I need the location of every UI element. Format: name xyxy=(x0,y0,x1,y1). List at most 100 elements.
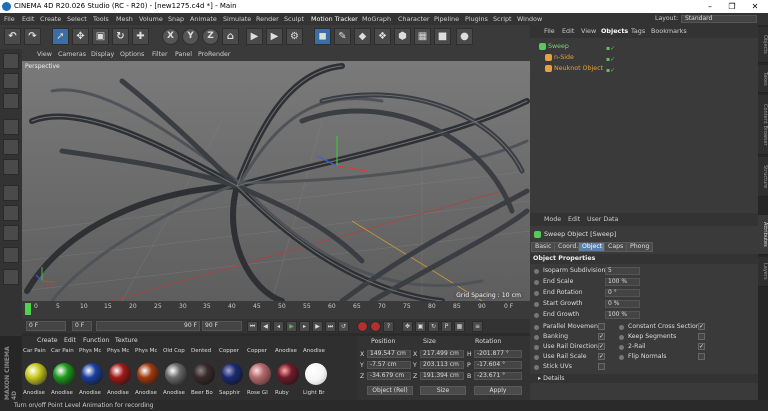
redo-icon[interactable]: ↷ xyxy=(24,28,41,45)
cloner-icon[interactable]: ❖ xyxy=(374,28,391,45)
visibility-flags-icon[interactable]: ▪✓ xyxy=(606,65,626,74)
loop-icon[interactable]: ↺ xyxy=(338,321,349,332)
lock-y-axis-button[interactable]: Y xyxy=(182,28,199,45)
soft-selection-icon[interactable] xyxy=(3,225,19,241)
viewport-menu-display[interactable]: Display xyxy=(91,49,114,61)
tweak-mode-icon[interactable] xyxy=(3,205,19,221)
next-frame-icon[interactable]: ▸ xyxy=(299,321,310,332)
keyframe-selection-icon[interactable]: ? xyxy=(383,321,394,332)
object-row-sweep[interactable]: Sweep ▪✓ xyxy=(530,41,758,52)
material-swatch[interactable]: Car Pain Anodise xyxy=(51,348,77,398)
record-keys-icon[interactable] xyxy=(357,321,368,332)
prev-frame-icon[interactable]: ◂ xyxy=(273,321,284,332)
objects-menu-edit[interactable]: Edit xyxy=(562,25,574,38)
dock-tab-takes[interactable]: Takes xyxy=(758,65,768,93)
viewport-menu-cameras[interactable]: Cameras xyxy=(58,49,86,61)
polygons-mode-icon[interactable] xyxy=(3,159,19,175)
attr-menu-mode[interactable]: Mode xyxy=(544,213,561,226)
attr-menu-edit[interactable]: Edit xyxy=(568,213,580,226)
material-swatch[interactable]: Phys Mc Anodise xyxy=(79,348,105,398)
objects-menu-bookmarks[interactable]: Bookmarks xyxy=(651,25,687,38)
checkerboard-icon[interactable] xyxy=(3,93,19,109)
menu-motion-tracker[interactable]: Motion Tracker xyxy=(311,13,358,25)
size-y-field[interactable]: 203.113 cm xyxy=(420,361,464,369)
dock-tab-layers[interactable]: Layers xyxy=(758,257,768,287)
animate-dot-icon[interactable] xyxy=(534,269,539,274)
dock-tab-content-browser[interactable]: Content Browser xyxy=(758,95,768,155)
coordinate-system-icon[interactable]: ⌂ xyxy=(222,28,239,45)
material-menu-texture[interactable]: Texture xyxy=(115,336,138,346)
menu-mesh[interactable]: Mesh xyxy=(116,13,133,25)
position-z-field[interactable]: -34.679 cm xyxy=(367,372,411,380)
dock-tab-attributes[interactable]: Attributes xyxy=(758,215,768,255)
visibility-flags-icon[interactable]: ▪✓ xyxy=(606,43,626,52)
playhead-marker[interactable] xyxy=(25,303,31,315)
undo-button[interactable]: ↶ xyxy=(4,28,21,45)
objects-menu-view[interactable]: View xyxy=(581,25,596,38)
model-mode-icon[interactable] xyxy=(3,53,19,69)
field-value[interactable]: 5 xyxy=(605,267,640,275)
dock-tab-objects[interactable]: Objects xyxy=(758,27,768,63)
checkbox[interactable]: ✓ xyxy=(598,333,605,340)
record-position-icon[interactable]: ✥ xyxy=(402,321,413,332)
checkbox[interactable] xyxy=(598,363,605,370)
record-parameter-icon[interactable]: P xyxy=(441,321,452,332)
lock-x-axis-button[interactable]: X xyxy=(162,28,179,45)
animate-dot-icon[interactable] xyxy=(534,280,539,285)
animate-dot-icon[interactable] xyxy=(534,325,539,330)
material-swatch[interactable]: Phys Mc Anodise xyxy=(107,348,133,398)
rotation-p-field[interactable]: -17.604 ° xyxy=(474,361,522,369)
end-frame-field[interactable]: 90 F xyxy=(202,321,242,331)
material-swatch[interactable]: Anodise Ruby xyxy=(275,348,301,398)
apply-button[interactable]: Apply xyxy=(474,386,522,395)
move-tool-icon[interactable]: ✥ xyxy=(72,28,89,45)
menu-window[interactable]: Window xyxy=(517,13,542,25)
record-pla-icon[interactable]: ▦ xyxy=(454,321,465,332)
menu-edit[interactable]: Edit xyxy=(22,13,34,25)
position-x-field[interactable]: 149.547 cm xyxy=(367,350,411,358)
animate-dot-icon[interactable] xyxy=(534,313,539,318)
menu-pipeline[interactable]: Pipeline xyxy=(434,13,459,25)
checkbox[interactable]: ✓ xyxy=(598,353,605,360)
size-x-field[interactable]: 217.499 cm xyxy=(420,350,464,358)
details-section-toggle[interactable]: ▸ Details xyxy=(530,374,758,383)
checkbox[interactable]: ✓ xyxy=(698,343,705,350)
workplane-icon[interactable] xyxy=(3,269,19,285)
current-frame-field[interactable]: 0 F xyxy=(26,321,66,331)
timeline-ruler[interactable]: 0 5 10 15 20 25 30 35 40 45 50 55 60 65 … xyxy=(22,301,530,319)
goto-end-icon[interactable]: ⏭ xyxy=(325,321,336,332)
goto-start-icon[interactable]: ⏮ xyxy=(247,321,258,332)
objects-menu-file[interactable]: File xyxy=(544,25,555,38)
material-swatch[interactable]: Car Pain Anodise xyxy=(23,348,49,398)
autokey-icon[interactable] xyxy=(370,321,381,332)
close-button[interactable]: ✕ xyxy=(745,0,765,13)
animate-dot-icon[interactable] xyxy=(534,291,539,296)
menu-mograph[interactable]: MoGraph xyxy=(362,13,391,25)
tab-caps[interactable]: Caps xyxy=(604,242,628,252)
animate-dot-icon[interactable] xyxy=(619,355,624,360)
play-icon[interactable]: ▶ xyxy=(286,321,297,332)
checkbox[interactable]: ✓ xyxy=(698,323,705,330)
axis-mode-icon[interactable] xyxy=(3,185,19,201)
scale-tool-icon[interactable]: ▣ xyxy=(92,28,109,45)
cube-primitive-icon[interactable]: ◼ xyxy=(314,28,331,45)
field-value[interactable]: 0 % xyxy=(605,300,640,308)
transform-tool-icon[interactable]: ✚ xyxy=(132,28,149,45)
rotate-tool-icon[interactable]: ↻ xyxy=(112,28,129,45)
animate-dot-icon[interactable] xyxy=(534,355,539,360)
material-swatch[interactable]: Copper Rose Gl xyxy=(247,348,273,398)
viewport-menu-options[interactable]: Options xyxy=(120,49,144,61)
visibility-flags-icon[interactable]: ▪✓ xyxy=(606,54,626,63)
field-value[interactable]: 100 % xyxy=(605,311,640,319)
deformer-icon[interactable]: ⬢ xyxy=(394,28,411,45)
3d-viewport[interactable]: Perspective Grid Spacing : 10 cm xyxy=(22,61,530,301)
checkbox[interactable]: ✓ xyxy=(598,343,605,350)
minimize-button[interactable]: – xyxy=(700,0,720,13)
preview-range-field[interactable]: 90 F xyxy=(96,321,200,331)
timeline-icon[interactable]: ≡ xyxy=(472,321,483,332)
material-swatch[interactable]: Copper Sapphir xyxy=(219,348,245,398)
menu-script[interactable]: Script xyxy=(493,13,512,25)
checkbox[interactable] xyxy=(698,333,705,340)
rotation-b-field[interactable]: -23.671 ° xyxy=(474,372,522,380)
objects-menu-objects[interactable]: Objects xyxy=(601,25,628,38)
